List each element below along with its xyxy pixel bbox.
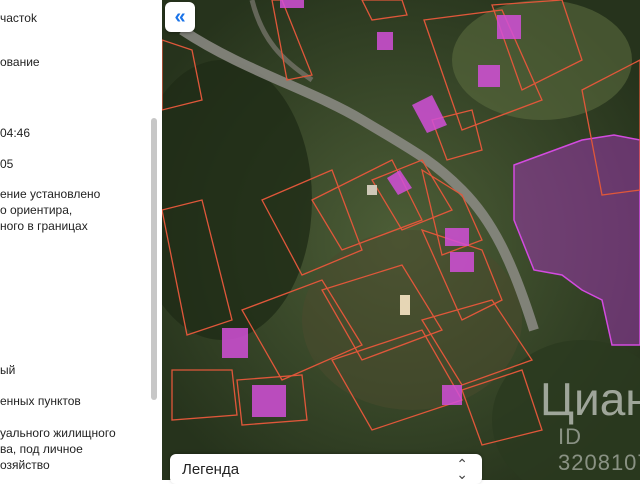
building[interactable]: [450, 252, 474, 272]
panel-text-line: о ориентира,: [0, 203, 73, 217]
clearing-area: [302, 230, 522, 410]
panel-text-line: уального жилищного: [0, 426, 116, 440]
building[interactable]: [377, 32, 393, 50]
building[interactable]: [222, 328, 248, 358]
clearing-area: [452, 0, 632, 120]
building[interactable]: [252, 385, 286, 417]
watermark-listing-id: ID 320810751: [558, 424, 640, 475]
panel-text-line: ва, под личное: [0, 442, 83, 456]
collapse-panel-button[interactable]: «: [165, 2, 195, 32]
panel-text-line: ного в границах: [0, 219, 88, 233]
building[interactable]: [442, 385, 462, 405]
building[interactable]: [280, 0, 304, 8]
satellite-map[interactable]: Циан ID 320810751: [162, 0, 640, 480]
shed: [400, 295, 410, 315]
panel-text-line: ование: [0, 55, 40, 69]
panel-text-line: 05: [0, 157, 14, 171]
building[interactable]: [478, 65, 500, 87]
panel-scrollbar-thumb[interactable]: [151, 118, 157, 400]
panel-text-line: частоk: [0, 11, 37, 25]
chevron-up-down-icon: ⌃ ⌄: [456, 456, 468, 482]
building[interactable]: [445, 228, 469, 246]
shed: [367, 185, 377, 195]
info-panel: частоk ование 04:46 05 ение установлено …: [0, 0, 162, 480]
panel-text-line: ый: [0, 363, 16, 377]
building[interactable]: [497, 15, 521, 39]
legend-label: Легенда: [182, 460, 240, 478]
panel-text-line: озяйство: [0, 458, 50, 472]
panel-text-line: 04:46: [0, 126, 31, 140]
watermark-logo-text: Циан: [540, 373, 640, 425]
panel-text-line: ение установлено: [0, 187, 101, 201]
double-chevron-left-icon: «: [174, 5, 186, 28]
panel-text-line: енных пунктов: [0, 394, 81, 408]
